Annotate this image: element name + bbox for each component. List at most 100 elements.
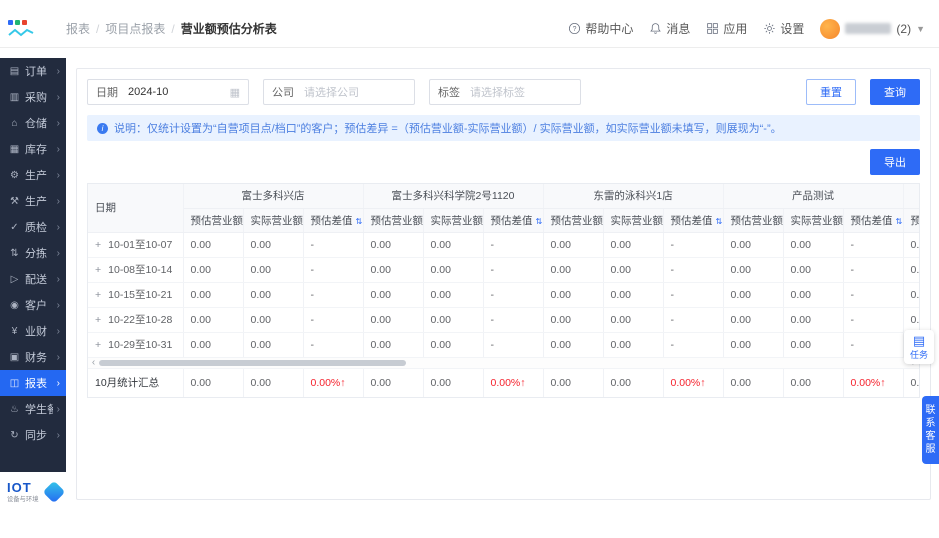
- value-cell: -: [483, 332, 544, 358]
- value-cell: -: [843, 307, 904, 333]
- value-cell: 0.00: [423, 332, 484, 358]
- column-subheader: 预估差值 ⇅: [843, 208, 904, 233]
- task-widget[interactable]: ▤ 任务: [904, 330, 934, 364]
- sort-icon[interactable]: ⇅: [896, 217, 903, 226]
- summary-value-cell: 0.00%↑: [483, 368, 544, 397]
- iot-title: IOT: [7, 479, 32, 495]
- breadcrumb-item-reports[interactable]: 报表: [66, 20, 90, 37]
- column-subheader: 实际营业额⇅: [783, 208, 844, 233]
- column-subheader-partial: 预估营业额: [903, 208, 919, 233]
- table-row: +10-01至10-07 0.00 0.00-0.00 0.00-0.00 0.00-0…: [88, 232, 919, 258]
- sorting-icon: ⇅: [10, 247, 19, 259]
- value-cell: 0.00: [243, 332, 304, 358]
- tag-filter-label: 标签: [438, 87, 460, 99]
- column-subheader: 预估差值 ⇅: [303, 208, 364, 233]
- breadcrumb: 报表 / 项目点报表 / 营业额预估分析表: [66, 20, 277, 37]
- table-row: +10-15至10-21 0.00 0.00-0.00 0.00-0.00 0.00-0…: [88, 282, 919, 308]
- value-cell: 0.00: [723, 282, 784, 308]
- warehouse-icon: ⌂: [11, 117, 18, 129]
- sort-icon[interactable]: ⇅: [536, 217, 543, 226]
- user-menu[interactable]: (2) ▼: [820, 18, 925, 39]
- topbar-action-help[interactable]: ? 帮助中心: [568, 20, 633, 37]
- value-cell: 0.00: [183, 282, 244, 308]
- expand-row-button[interactable]: +: [95, 239, 101, 251]
- sidebar-item-label: 业财: [25, 326, 47, 338]
- sidebar-item-orders[interactable]: ▤ 订单 ›: [0, 58, 66, 84]
- chevron-right-icon: ›: [56, 299, 60, 311]
- user-name-masked: [845, 23, 892, 34]
- customer-service-tab[interactable]: 联系客服: [922, 396, 939, 464]
- summary-value-cell: 0.00: [423, 368, 484, 397]
- column-subheader: 预估营业额⇅: [723, 208, 784, 233]
- reset-button[interactable]: 重置: [806, 79, 856, 105]
- sidebar-item-label: 客户: [25, 300, 47, 312]
- sidebar-item-inventory[interactable]: ▦ 库存 ›: [0, 136, 66, 162]
- sidebar-item-reports[interactable]: ◫ 报表 ›: [0, 370, 66, 396]
- logo-squares-icon: [8, 20, 66, 25]
- value-cell: -: [663, 257, 724, 283]
- column-group-header: 富士多科兴店: [183, 184, 364, 209]
- export-button[interactable]: 导出: [870, 149, 920, 175]
- topbar-action-messages[interactable]: 消息: [649, 20, 690, 37]
- bizfin-icon: ¥: [11, 325, 18, 337]
- company-filter[interactable]: 公司 请选择公司: [263, 79, 415, 105]
- value-cell: 0.00: [423, 307, 484, 333]
- sidebar-item-biz-finance[interactable]: ¥ 业财 ›: [0, 318, 66, 344]
- value-cell: 0.00: [243, 257, 304, 283]
- sidebar-item-storage[interactable]: ⌂ 仓储 ›: [0, 110, 66, 136]
- sidebar-item-customers[interactable]: ◉ 客户 ›: [0, 292, 66, 318]
- value-cell: -: [483, 282, 544, 308]
- sidebar-item-finance[interactable]: ▣ 财务 ›: [0, 344, 66, 370]
- production-icon: ⚙: [10, 169, 19, 181]
- sidebar-item-delivery[interactable]: ▷ 配送 ›: [0, 266, 66, 292]
- column-group-header-partial: [903, 184, 919, 209]
- value-cell: -: [303, 307, 364, 333]
- topbar-action-settings[interactable]: 设置: [763, 20, 804, 37]
- search-button[interactable]: 查询: [870, 79, 920, 105]
- scroll-left-icon[interactable]: ‹: [88, 357, 99, 368]
- expand-row-button[interactable]: +: [95, 314, 101, 326]
- sidebar-item-label: 配送: [25, 274, 47, 286]
- expand-row-button[interactable]: +: [95, 264, 101, 276]
- customer-icon: ◉: [10, 299, 19, 311]
- sort-icon[interactable]: ⇅: [356, 217, 363, 226]
- scrollbar-thumb[interactable]: [99, 359, 407, 366]
- expand-row-button[interactable]: +: [95, 339, 101, 351]
- sidebar-item-production-2[interactable]: ⚒ 生产 ›: [0, 188, 66, 214]
- sidebar-item-quality[interactable]: ✓ 质检 ›: [0, 214, 66, 240]
- sidebar-item-label: 财务: [25, 352, 47, 364]
- topbar-action-label: 设置: [780, 22, 805, 36]
- scrollbar-track[interactable]: [99, 358, 908, 367]
- sidebar-item-label: 报表: [25, 378, 47, 390]
- row-date-cell: +10-01至10-07: [88, 232, 184, 258]
- value-cell: 0.00: [783, 232, 844, 258]
- value-cell: 0.00: [423, 257, 484, 283]
- value-cell: -: [663, 282, 724, 308]
- value-cell: -: [843, 257, 904, 283]
- topbar-action-label: 消息: [666, 22, 691, 36]
- iot-text: IOT 设备与环境: [7, 481, 42, 504]
- summary-value-cell: 0.00: [243, 368, 304, 397]
- topbar-action-apps[interactable]: 应用: [706, 20, 747, 37]
- sidebar-item-purchase[interactable]: ▥ 采购 ›: [0, 84, 66, 110]
- sidebar-item-production-1[interactable]: ⚙ 生产 ›: [0, 162, 66, 188]
- sidebar-item-label: 质检: [25, 222, 47, 234]
- app-window: 报表 / 项目点报表 / 营业额预估分析表 ? 帮助中心 消息 应用 设置 (2) ▼ …: [0, 10, 939, 512]
- horizontal-scrollbar[interactable]: ‹ ›: [88, 357, 919, 369]
- sidebar-item-sync[interactable]: ↻ 同步 ›: [0, 422, 66, 448]
- avatar: [820, 18, 841, 39]
- svg-text:?: ?: [573, 26, 577, 33]
- sidebar-item-student-meal[interactable]: ♨ 学生餐 ›: [0, 396, 66, 422]
- breadcrumb-item-project-reports[interactable]: 项目点报表: [105, 20, 165, 37]
- sort-icon[interactable]: ⇅: [716, 217, 723, 226]
- date-filter[interactable]: 日期 2024-10 ▦: [87, 79, 249, 105]
- tag-filter[interactable]: 标签 请选择标签: [429, 79, 581, 105]
- table-row: +10-08至10-14 0.00 0.00-0.00 0.00-0.00 0.00-0…: [88, 257, 919, 283]
- summary-value-cell: 0.00%↑: [843, 368, 904, 397]
- sidebar-item-sorting[interactable]: ⇅ 分拣 ›: [0, 240, 66, 266]
- date-filter-label: 日期: [96, 87, 118, 99]
- expand-row-button[interactable]: +: [95, 289, 101, 301]
- sidebar-item-label: 生产: [25, 196, 47, 208]
- value-cell: 0.00: [723, 232, 784, 258]
- chevron-right-icon: ›: [56, 221, 60, 233]
